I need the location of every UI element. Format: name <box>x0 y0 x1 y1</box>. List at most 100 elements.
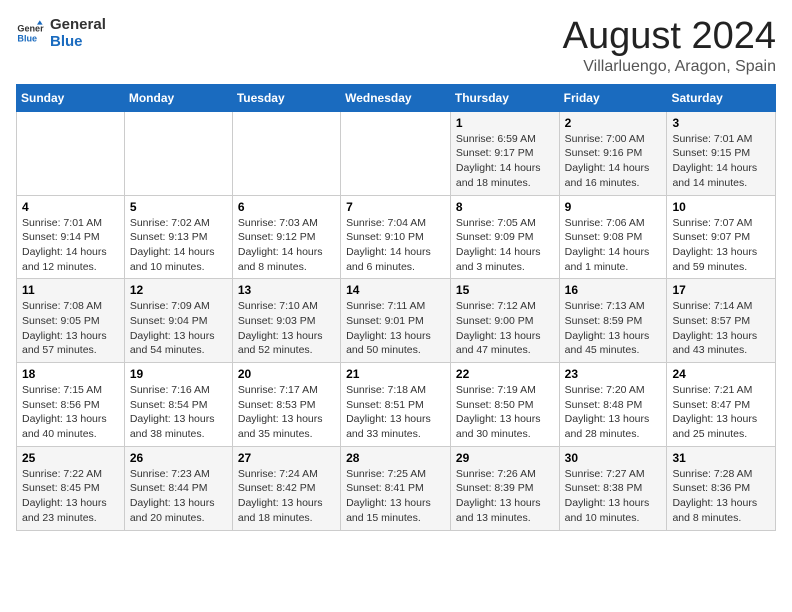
day-number: 13 <box>238 283 335 297</box>
calendar-cell: 27 Sunrise: 7:24 AMSunset: 8:42 PMDayligh… <box>232 446 340 530</box>
calendar-cell: 21 Sunrise: 7:18 AMSunset: 8:51 PMDayligh… <box>341 363 451 447</box>
calendar-cell: 20Sunrise: 7:17 AMSunset: 8:53 PMDayligh… <box>232 363 340 447</box>
weekday-header-sunday: Sunday <box>17 84 125 111</box>
day-number: 29 <box>456 451 554 465</box>
calendar-cell: 25Sunrise: 7:22 AMSunset: 8:45 PMDayligh… <box>17 446 125 530</box>
weekday-header-saturday: Saturday <box>667 84 776 111</box>
day-info: Sunrise: 7:19 AMSunset: 8:50 PMDaylight:… <box>456 383 554 442</box>
weekday-header-thursday: Thursday <box>450 84 559 111</box>
day-info: Sunrise: 7:13 AMSunset: 8:59 PMDaylight:… <box>565 299 662 358</box>
day-number: 6 <box>238 200 335 214</box>
day-number: 31 <box>672 451 770 465</box>
day-number: 8 <box>456 200 554 214</box>
calendar-cell: 26Sunrise: 7:23 AMSunset: 8:44 PMDayligh… <box>124 446 232 530</box>
header: General Blue General Blue August 2024 Vi… <box>16 16 776 76</box>
calendar-cell: 11Sunrise: 7:08 AMSunset: 9:05 PMDayligh… <box>17 279 125 363</box>
calendar-cell: 5 Sunrise: 7:02 AMSunset: 9:13 PMDaylight… <box>124 195 232 279</box>
day-number: 14 <box>346 283 445 297</box>
calendar-cell: 12 Sunrise: 7:09 AMSunset: 9:04 PMDayligh… <box>124 279 232 363</box>
calendar-cell: 1 Sunrise: 6:59 AMSunset: 9:17 PMDaylight… <box>450 111 559 195</box>
day-info: Sunrise: 7:26 AMSunset: 8:39 PMDaylight:… <box>456 467 554 526</box>
weekday-header-friday: Friday <box>559 84 667 111</box>
day-info: Sunrise: 7:02 AMSunset: 9:13 PMDaylight:… <box>130 216 227 275</box>
day-info: Sunrise: 7:21 AMSunset: 8:47 PMDaylight:… <box>672 383 770 442</box>
logo: General Blue General Blue <box>16 16 106 51</box>
day-info: Sunrise: 7:12 AMSunset: 9:00 PMDaylight:… <box>456 299 554 358</box>
day-number: 1 <box>456 116 554 130</box>
day-info: Sunrise: 7:15 AMSunset: 8:56 PMDaylight:… <box>22 383 119 442</box>
day-number: 7 <box>346 200 445 214</box>
calendar-cell: 3 Sunrise: 7:01 AMSunset: 9:15 PMDaylight… <box>667 111 776 195</box>
weekday-header-monday: Monday <box>124 84 232 111</box>
day-number: 21 <box>346 367 445 381</box>
day-info: Sunrise: 7:27 AMSunset: 8:38 PMDaylight:… <box>565 467 662 526</box>
calendar-body: 1 Sunrise: 6:59 AMSunset: 9:17 PMDaylight… <box>17 111 776 530</box>
calendar-cell: 17 Sunrise: 7:14 AMSunset: 8:57 PMDayligh… <box>667 279 776 363</box>
calendar-cell: 10Sunrise: 7:07 AMSunset: 9:07 PMDayligh… <box>667 195 776 279</box>
calendar-cell: 13 Sunrise: 7:10 AMSunset: 9:03 PMDayligh… <box>232 279 340 363</box>
day-number: 20 <box>238 367 335 381</box>
calendar-cell: 15Sunrise: 7:12 AMSunset: 9:00 PMDayligh… <box>450 279 559 363</box>
day-info: Sunrise: 7:01 AMSunset: 9:14 PMDaylight:… <box>22 216 119 275</box>
day-info: Sunrise: 7:28 AMSunset: 8:36 PMDaylight:… <box>672 467 770 526</box>
calendar-cell: 6 Sunrise: 7:03 AMSunset: 9:12 PMDaylight… <box>232 195 340 279</box>
calendar-cell: 23 Sunrise: 7:20 AMSunset: 8:48 PMDayligh… <box>559 363 667 447</box>
day-number: 25 <box>22 451 119 465</box>
day-number: 9 <box>565 200 662 214</box>
day-number: 23 <box>565 367 662 381</box>
day-number: 17 <box>672 283 770 297</box>
calendar-cell: 19Sunrise: 7:16 AMSunset: 8:54 PMDayligh… <box>124 363 232 447</box>
day-info: Sunrise: 7:06 AMSunset: 9:08 PMDaylight:… <box>565 216 662 275</box>
calendar-header: SundayMondayTuesdayWednesdayThursdayFrid… <box>17 84 776 111</box>
calendar-cell: 2Sunrise: 7:00 AMSunset: 9:16 PMDaylight… <box>559 111 667 195</box>
calendar-cell: 18 Sunrise: 7:15 AMSunset: 8:56 PMDayligh… <box>17 363 125 447</box>
day-number: 24 <box>672 367 770 381</box>
day-number: 26 <box>130 451 227 465</box>
svg-text:General: General <box>17 24 44 34</box>
calendar-cell <box>232 111 340 195</box>
weekday-header-wednesday: Wednesday <box>341 84 451 111</box>
day-info: Sunrise: 7:04 AMSunset: 9:10 PMDaylight:… <box>346 216 445 275</box>
day-info: Sunrise: 7:14 AMSunset: 8:57 PMDaylight:… <box>672 299 770 358</box>
calendar-cell: 14 Sunrise: 7:11 AMSunset: 9:01 PMDayligh… <box>341 279 451 363</box>
day-number: 4 <box>22 200 119 214</box>
calendar-cell: 7 Sunrise: 7:04 AMSunset: 9:10 PMDaylight… <box>341 195 451 279</box>
day-info: Sunrise: 6:59 AMSunset: 9:17 PMDaylight:… <box>456 132 554 191</box>
calendar-cell: 24 Sunrise: 7:21 AMSunset: 8:47 PMDayligh… <box>667 363 776 447</box>
month-year-title: August 2024 <box>563 16 776 58</box>
day-number: 27 <box>238 451 335 465</box>
day-number: 16 <box>565 283 662 297</box>
day-info: Sunrise: 7:18 AMSunset: 8:51 PMDaylight:… <box>346 383 445 442</box>
day-number: 19 <box>130 367 227 381</box>
day-info: Sunrise: 7:10 AMSunset: 9:03 PMDaylight:… <box>238 299 335 358</box>
calendar-cell: 9 Sunrise: 7:06 AMSunset: 9:08 PMDaylight… <box>559 195 667 279</box>
day-info: Sunrise: 7:20 AMSunset: 8:48 PMDaylight:… <box>565 383 662 442</box>
day-info: Sunrise: 7:01 AMSunset: 9:15 PMDaylight:… <box>672 132 770 191</box>
day-info: Sunrise: 7:11 AMSunset: 9:01 PMDaylight:… <box>346 299 445 358</box>
day-info: Sunrise: 7:08 AMSunset: 9:05 PMDaylight:… <box>22 299 119 358</box>
day-number: 3 <box>672 116 770 130</box>
calendar-cell: 30Sunrise: 7:27 AMSunset: 8:38 PMDayligh… <box>559 446 667 530</box>
day-number: 22 <box>456 367 554 381</box>
day-number: 18 <box>22 367 119 381</box>
calendar-cell: 29 Sunrise: 7:26 AMSunset: 8:39 PMDayligh… <box>450 446 559 530</box>
weekday-header-row: SundayMondayTuesdayWednesdayThursdayFrid… <box>17 84 776 111</box>
title-area: August 2024 Villarluengo, Aragon, Spain <box>563 16 776 76</box>
day-number: 5 <box>130 200 227 214</box>
calendar-week-row: 1 Sunrise: 6:59 AMSunset: 9:17 PMDaylight… <box>17 111 776 195</box>
svg-text:Blue: Blue <box>17 34 37 44</box>
day-info: Sunrise: 7:25 AMSunset: 8:41 PMDaylight:… <box>346 467 445 526</box>
day-info: Sunrise: 7:07 AMSunset: 9:07 PMDaylight:… <box>672 216 770 275</box>
day-info: Sunrise: 7:09 AMSunset: 9:04 PMDaylight:… <box>130 299 227 358</box>
day-info: Sunrise: 7:24 AMSunset: 8:42 PMDaylight:… <box>238 467 335 526</box>
calendar-cell: 8Sunrise: 7:05 AMSunset: 9:09 PMDaylight… <box>450 195 559 279</box>
day-number: 12 <box>130 283 227 297</box>
logo-blue: Blue <box>50 33 106 50</box>
calendar-cell: 28 Sunrise: 7:25 AMSunset: 8:41 PMDayligh… <box>341 446 451 530</box>
logo-general: General <box>50 16 106 33</box>
logo-icon: General Blue <box>16 19 44 47</box>
calendar-cell: 31 Sunrise: 7:28 AMSunset: 8:36 PMDayligh… <box>667 446 776 530</box>
calendar-cell: 4 Sunrise: 7:01 AMSunset: 9:14 PMDaylight… <box>17 195 125 279</box>
day-number: 28 <box>346 451 445 465</box>
day-info: Sunrise: 7:03 AMSunset: 9:12 PMDaylight:… <box>238 216 335 275</box>
